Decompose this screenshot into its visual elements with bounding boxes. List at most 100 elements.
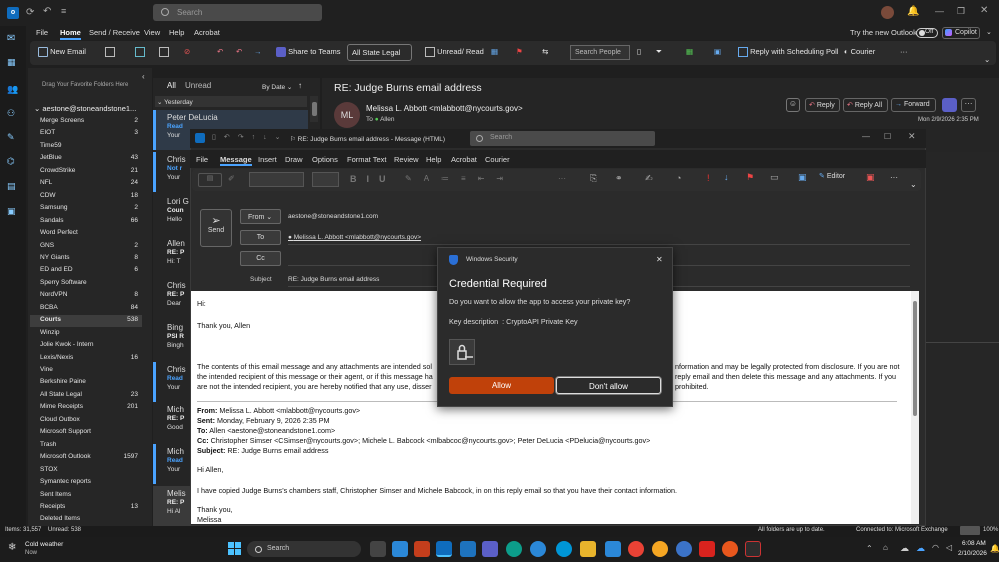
group-header[interactable]: ⌄ Yesterday (155, 96, 307, 107)
folder-item[interactable]: Samsung 2 (40, 204, 138, 211)
chevron-down-icon[interactable]: ⌄ (986, 28, 992, 36)
app-taskbar-icon-3[interactable] (652, 541, 668, 557)
bell-icon[interactable]: 🔔 (907, 6, 919, 17)
reply-scheduling-poll-button[interactable]: Reply with Scheduling Poll (738, 47, 838, 58)
paste-icon[interactable]: ▤ (198, 173, 222, 187)
close-icon[interactable]: ✕ (980, 5, 988, 16)
compose-restore-icon[interactable]: ☐ (884, 132, 891, 141)
address-book-button[interactable]: ▯ (637, 47, 641, 56)
clock-time[interactable]: 6:08 AM (962, 540, 986, 547)
courier-button[interactable]: ◐ Courier (844, 47, 875, 56)
widgets-icon[interactable] (392, 541, 408, 557)
emoji-icon[interactable]: ☺ (786, 98, 800, 112)
folder-item[interactable]: Trash (40, 441, 138, 448)
forward-ribbon-button[interactable]: → (254, 47, 262, 56)
body-scrollbar[interactable] (911, 291, 919, 524)
tags-icon[interactable]: ▭ (770, 172, 779, 183)
menu-view[interactable]: View (144, 28, 160, 37)
zoom-level[interactable]: 100% (983, 527, 998, 533)
folder-item[interactable]: GNS 2 (40, 242, 138, 249)
follow-up-flag-icon[interactable]: ⚑ (746, 172, 754, 183)
app-taskbar-icon-6[interactable] (745, 541, 761, 557)
to-recipient[interactable]: ● Melissa L. Abbott <mlabbott@nycourts.g… (288, 234, 421, 241)
signature-icon[interactable]: ✍ (645, 173, 653, 184)
groups-icon[interactable]: ⚇ (7, 108, 15, 119)
compose-menu-review[interactable]: Review (394, 155, 419, 164)
cc-button[interactable]: Cc (240, 251, 281, 266)
app-taskbar-icon-4[interactable] (676, 541, 692, 557)
folder-item[interactable]: Cloud Outbox (40, 416, 138, 423)
compose-ribbon-expand-icon[interactable]: ⌄ (910, 180, 917, 189)
folder-item[interactable]: CrowdStrike 21 (40, 167, 138, 174)
people-icon[interactable]: 👥 (7, 84, 18, 95)
link-icon[interactable]: ⚭ (615, 173, 623, 184)
windows-start-icon[interactable] (228, 542, 241, 555)
reply-ribbon-button[interactable]: ↶ (217, 47, 223, 56)
editor-button[interactable]: ✎ Editor (819, 172, 845, 180)
folder-item[interactable]: Receipts 13 (40, 503, 138, 510)
compose-close-icon[interactable]: ✕ (908, 131, 916, 142)
folder-item[interactable]: Microsoft Support (40, 428, 138, 435)
folder-item[interactable]: EIOT 3 (40, 129, 138, 136)
teams-share-icon[interactable] (942, 98, 957, 112)
folder-item[interactable]: Jolie Kwok - Intern (40, 341, 138, 348)
tab-all[interactable]: All (167, 81, 176, 90)
folder-item[interactable]: Deleted Items (40, 515, 138, 522)
folder-item[interactable]: JetBlue 43 (40, 154, 138, 161)
folder-item[interactable]: Mime Receipts 201 (40, 403, 138, 410)
ribbon-collapse-icon[interactable]: ⌄ (984, 55, 990, 64)
sender-name[interactable]: Melissa L. Abbott <mlabbott@nycourts.gov… (366, 104, 523, 113)
to-button[interactable]: To (240, 230, 281, 245)
send-button[interactable]: ➢ Send (200, 209, 232, 247)
clock-date[interactable]: 2/10/2026 (958, 550, 987, 557)
apps-icon[interactable]: ▣ (7, 206, 16, 217)
weather-title[interactable]: Cold weather (25, 541, 63, 548)
folder-item[interactable]: BCBA 84 (40, 304, 138, 311)
text-format-icons[interactable]: BIU (350, 174, 396, 184)
excel-addin-button[interactable]: ▦ (686, 47, 693, 56)
compose-menu-insert[interactable]: Insert (258, 155, 277, 164)
teams-taskbar-icon[interactable] (482, 541, 498, 557)
dialog-close-icon[interactable]: ✕ (656, 255, 663, 264)
apps-addin-icon[interactable]: ▣ (798, 172, 807, 183)
from-button[interactable]: From ⌄ (240, 209, 281, 224)
folder-item[interactable]: Vine (40, 366, 138, 373)
cloud-icon[interactable]: ☁ (900, 543, 909, 554)
tray-chevron-icon[interactable]: ⌃ (866, 544, 873, 553)
search-people-input[interactable]: Search People (570, 45, 630, 60)
org-icon[interactable]: ⌬ (7, 156, 15, 167)
reply-all-button[interactable]: ↶ Reply All (843, 98, 888, 112)
folder-item[interactable]: Merge Screens 2 (40, 117, 138, 124)
edge-icon[interactable] (506, 541, 522, 557)
dont-allow-button[interactable]: Don't allow (556, 377, 661, 394)
forward-button[interactable]: → Forward (891, 98, 936, 112)
folder-item[interactable]: Courts 538 (40, 316, 138, 323)
new-email-button[interactable]: New Email (38, 47, 88, 58)
compose-minimize-icon[interactable]: — (862, 132, 870, 141)
folder-item[interactable]: Symantec reports (40, 478, 138, 485)
sync-icon[interactable]: ⟳ (26, 7, 34, 18)
quick-access-menu-icon[interactable]: ≡ (61, 6, 66, 16)
share-to-teams-button[interactable]: Share to Teams (276, 47, 340, 58)
more-format-icon[interactable]: ··· (558, 174, 566, 183)
minimize-icon[interactable]: — (935, 6, 944, 16)
flag-button[interactable]: ⚑ (516, 47, 523, 56)
sort-direction-icon[interactable]: ↑ (298, 81, 302, 90)
volume-icon[interactable]: ◁ (946, 543, 952, 552)
archive-button[interactable] (135, 47, 145, 58)
compose-quick-icons[interactable]: ▯↶↷↑↓⌄ (212, 133, 288, 141)
search-input[interactable]: Search (153, 4, 322, 21)
categorize-button[interactable]: ▦ (491, 47, 498, 56)
high-importance-icon[interactable]: ! (707, 173, 710, 183)
move-button[interactable] (159, 47, 169, 58)
folder-item[interactable]: Sperry Software (40, 279, 138, 286)
menu-send-receive[interactable]: Send / Receive (89, 28, 140, 37)
folder-item[interactable]: Sandals 66 (40, 217, 138, 224)
collapse-pane-icon[interactable]: ‹ (142, 72, 145, 81)
app-taskbar-icon-5[interactable] (722, 541, 738, 557)
paragraph-icons[interactable]: ✎A≔≡⇤⇥ (405, 174, 515, 183)
zoom-slider[interactable] (960, 526, 980, 535)
chrome-icon[interactable] (628, 541, 644, 557)
attach-icon[interactable]: ⎘ (590, 173, 597, 184)
notes-icon[interactable]: ▤ (7, 181, 16, 192)
